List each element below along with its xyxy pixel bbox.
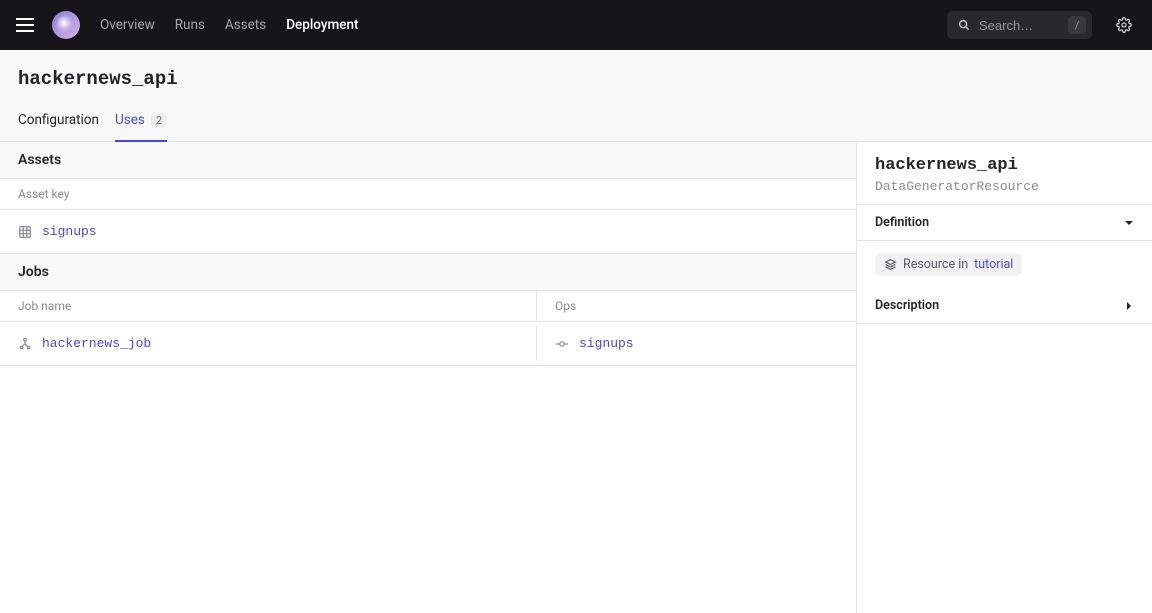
asset-row[interactable]: signups	[0, 210, 856, 254]
job-link[interactable]: hackernews_job	[42, 336, 151, 351]
chevron-right-icon	[1124, 301, 1134, 311]
search-box[interactable]: /	[947, 11, 1092, 39]
asset-link[interactable]: signups	[42, 224, 97, 239]
page-header: hackernews_api Configuration Uses 2	[0, 50, 1152, 142]
asset-cell: signups	[0, 214, 115, 249]
sidebar-subtitle: DataGeneratorResource	[875, 179, 1134, 194]
search-shortcut-key: /	[1068, 16, 1086, 34]
op-link[interactable]: signups	[579, 336, 634, 351]
tab-uses[interactable]: Uses 2	[115, 112, 167, 142]
job-name-cell: hackernews_job	[0, 326, 537, 361]
sidebar-section-label: Description	[875, 298, 939, 313]
job-ops-cell: signups	[537, 326, 856, 361]
gear-icon	[1116, 17, 1132, 33]
sidebar-section-definition[interactable]: Definition	[857, 204, 1152, 241]
search-input[interactable]	[979, 18, 1060, 33]
content-pane: Assets Asset key signups Jobs Job name O…	[0, 142, 857, 613]
jobs-column-name-header: Job name	[0, 291, 537, 321]
op-icon	[555, 337, 569, 351]
layers-icon	[884, 258, 897, 271]
dagster-logo[interactable]	[52, 11, 80, 39]
tab-label: Configuration	[18, 112, 99, 128]
assets-section-header: Assets	[0, 142, 856, 179]
assets-column-header-row: Asset key	[0, 179, 856, 210]
sidebar-title: hackernews_api	[875, 156, 1134, 175]
settings-button[interactable]	[1112, 13, 1136, 37]
job-row: hackernews_job signups	[0, 322, 856, 366]
jobs-section-header: Jobs	[0, 254, 856, 291]
nav-link-runs[interactable]: Runs	[175, 17, 205, 33]
nav-link-assets[interactable]: Assets	[225, 17, 266, 33]
main-layout: Assets Asset key signups Jobs Job name O…	[0, 142, 1152, 613]
assets-column-header: Asset key	[0, 179, 87, 209]
sidebar-section-label: Definition	[875, 215, 929, 230]
sidebar-header: hackernews_api DataGeneratorResource	[857, 142, 1152, 204]
top-navbar: Overview Runs Assets Deployment /	[0, 0, 1152, 50]
details-sidebar: hackernews_api DataGeneratorResource Def…	[857, 142, 1152, 613]
jobs-column-ops-header: Ops	[537, 291, 856, 321]
hamburger-menu-button[interactable]	[16, 13, 40, 37]
sidebar-section-description[interactable]: Description	[857, 288, 1152, 324]
tab-badge: 2	[151, 113, 167, 128]
tab-configuration[interactable]: Configuration	[18, 112, 99, 142]
chip-prefix: Resource in	[903, 257, 968, 272]
nav-links: Overview Runs Assets Deployment	[100, 17, 358, 33]
tabs: Configuration Uses 2	[18, 112, 1134, 141]
page-title: hackernews_api	[18, 68, 1134, 90]
resource-location-chip[interactable]: Resource in tutorial	[875, 253, 1022, 276]
search-icon	[957, 18, 971, 32]
chip-link[interactable]: tutorial	[974, 257, 1013, 272]
tab-label: Uses	[115, 112, 145, 128]
chevron-down-icon	[1124, 218, 1134, 228]
job-icon	[18, 337, 32, 351]
sidebar-definition-body: Resource in tutorial	[857, 241, 1152, 288]
nav-link-overview[interactable]: Overview	[100, 17, 155, 33]
jobs-column-header-row: Job name Ops	[0, 291, 856, 322]
nav-link-deployment[interactable]: Deployment	[286, 17, 358, 33]
asset-icon	[18, 225, 32, 239]
